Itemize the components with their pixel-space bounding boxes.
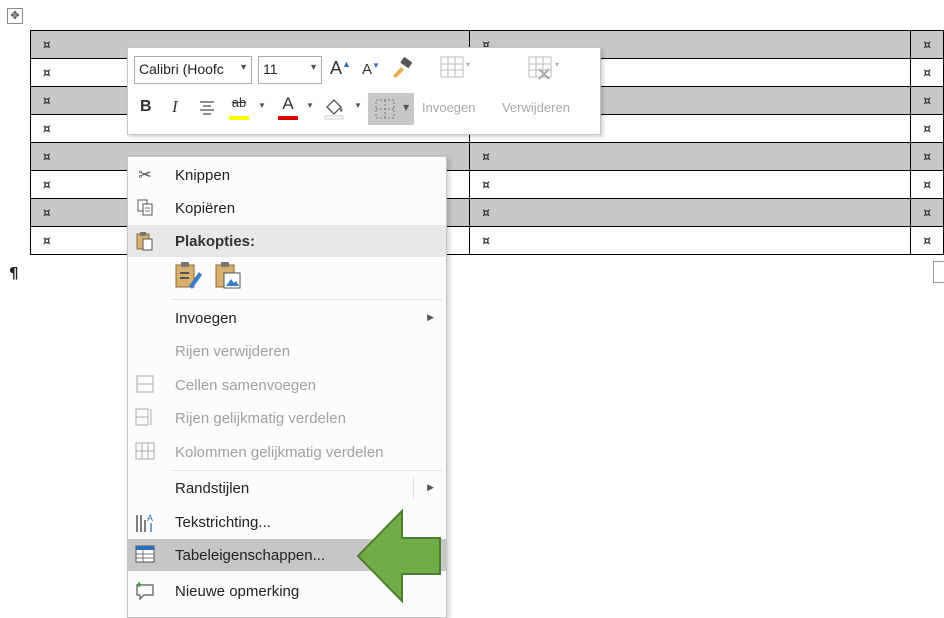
- menu-item-label: Nieuwe opmerking: [175, 583, 300, 600]
- table-cell[interactable]: ¤: [910, 114, 944, 143]
- align-center-icon: [200, 101, 214, 115]
- chevron-down-icon[interactable]: ▼: [239, 62, 248, 72]
- insert-table-button[interactable]: ▾: [439, 55, 473, 86]
- shrink-font-icon: A: [362, 61, 373, 78]
- distribute-columns-icon: [134, 442, 156, 464]
- paste-icon: [134, 231, 156, 253]
- menu-item-label: Tabeleigenschappen...: [175, 547, 326, 564]
- menu-item-kolommen-gelijkmatig[interactable]: Kolommen gelijkmatig verdelen: [128, 436, 446, 468]
- menu-item-label: Rijen gelijkmatig verdelen: [175, 410, 346, 427]
- align-center-button[interactable]: [198, 98, 216, 121]
- grow-font-icon: A: [330, 58, 343, 78]
- font-size-value: 11: [263, 61, 278, 77]
- font-name-value: Calibri (Hoofc: [139, 61, 224, 77]
- highlight-dropdown[interactable]: ▼: [258, 101, 266, 110]
- delete-label[interactable]: Verwijderen: [502, 100, 570, 115]
- table-resize-handle[interactable]: [933, 261, 944, 283]
- font-color-button[interactable]: A: [276, 94, 300, 122]
- svg-text:▾: ▾: [466, 60, 470, 69]
- submenu-arrow-icon: ▶: [427, 312, 434, 322]
- menu-separator: [172, 470, 442, 471]
- mini-toolbar: Calibri (Hoofc ▼ 11 ▼ A▲ A▼ ▾ ▾ B I ab ▼…: [127, 47, 601, 135]
- grow-font-button[interactable]: A▲: [330, 58, 351, 79]
- borders-button[interactable]: ▼: [368, 93, 414, 125]
- insert-table-icon: ▾: [440, 56, 470, 78]
- menu-item-label: Cellen samenvoegen: [175, 377, 316, 394]
- font-color-bar: [278, 116, 298, 120]
- highlight-icon: ab: [231, 95, 247, 110]
- menu-header-plakopties: Plakopties:: [128, 225, 446, 257]
- font-color-dropdown[interactable]: ▼: [306, 101, 314, 110]
- split-divider: [413, 478, 414, 498]
- svg-text:A: A: [147, 513, 153, 523]
- delete-table-icon: ▾: [528, 56, 559, 80]
- paragraph-mark: ¶: [9, 264, 19, 282]
- menu-item-invoegen[interactable]: Invoegen ▶: [128, 302, 446, 334]
- paste-keep-formatting-icon[interactable]: [173, 260, 203, 290]
- borders-icon: [375, 99, 395, 119]
- font-name-combobox[interactable]: Calibri (Hoofc ▼: [134, 56, 252, 84]
- font-size-combobox[interactable]: 11 ▼: [258, 56, 322, 84]
- highlight-color-bar: [229, 116, 249, 120]
- chevron-down-icon[interactable]: ▼: [309, 62, 318, 72]
- menu-item-label: Kopiëren: [175, 200, 236, 217]
- format-painter-button[interactable]: [390, 57, 414, 84]
- table-properties-icon: [134, 545, 156, 567]
- shading-dropdown[interactable]: ▼: [354, 101, 362, 110]
- menu-item-label: Knippen: [175, 167, 231, 184]
- annotation-arrow-icon: [356, 508, 441, 604]
- menu-item-label: Randstijlen: [175, 480, 250, 497]
- distribute-rows-icon: [134, 408, 156, 430]
- table-cell[interactable]: ¤: [910, 58, 944, 87]
- bold-button[interactable]: B: [140, 98, 152, 116]
- paste-as-picture-icon[interactable]: [213, 260, 243, 290]
- table-cell[interactable]: ¤: [469, 198, 912, 227]
- menu-item-label: Invoegen: [175, 310, 237, 327]
- menu-item-kopieren[interactable]: Kopiëren: [128, 192, 446, 224]
- menu-item-knippen[interactable]: ✂ Knippen: [128, 159, 446, 191]
- insert-label[interactable]: Invoegen: [422, 100, 476, 115]
- menu-item-label: Kolommen gelijkmatig verdelen: [175, 444, 384, 461]
- table-cell[interactable]: ¤: [910, 198, 944, 227]
- paint-bucket-icon: [324, 99, 344, 120]
- table-cell[interactable]: ¤: [910, 30, 944, 59]
- menu-item-label: Tekstrichting...: [175, 514, 271, 531]
- menu-item-randstijlen[interactable]: Randstijlen ▶: [128, 472, 446, 504]
- format-painter-icon: [393, 57, 412, 78]
- shading-button[interactable]: [322, 96, 346, 125]
- table-cell[interactable]: ¤: [469, 226, 912, 255]
- menu-item-label: Plakopties:: [175, 233, 256, 250]
- table-cell[interactable]: ¤: [469, 170, 912, 199]
- menu-item-cellen-samenvoegen[interactable]: Cellen samenvoegen: [128, 369, 446, 401]
- menu-item-rijen-gelijkmatig[interactable]: Rijen gelijkmatig verdelen: [128, 402, 446, 434]
- copy-icon: [134, 198, 156, 220]
- scissors-icon: ✂: [138, 167, 152, 184]
- submenu-arrow-icon[interactable]: ▶: [427, 482, 434, 493]
- borders-dropdown-icon[interactable]: ▼: [403, 103, 409, 112]
- menu-separator: [172, 299, 442, 300]
- shrink-font-button[interactable]: A▼: [362, 61, 380, 78]
- new-comment-icon: [134, 581, 156, 603]
- svg-text:▾: ▾: [555, 60, 559, 69]
- italic-button[interactable]: I: [172, 97, 178, 117]
- table-cell[interactable]: ¤: [910, 170, 944, 199]
- table-cell[interactable]: ¤: [910, 142, 944, 171]
- highlight-button[interactable]: ab: [226, 94, 252, 122]
- text-direction-icon: A: [134, 512, 156, 534]
- menu-item-label: Rijen verwijderen: [175, 343, 291, 360]
- table-cell[interactable]: ¤: [469, 142, 912, 171]
- font-color-icon: A: [282, 94, 294, 113]
- merge-cells-icon: [134, 375, 156, 397]
- table-cell[interactable]: ¤: [910, 86, 944, 115]
- table-cell[interactable]: ¤: [910, 226, 944, 255]
- menu-item-rijen-verwijderen[interactable]: Rijen verwijderen: [128, 335, 446, 367]
- delete-table-button[interactable]: ▾: [525, 55, 563, 86]
- table-move-handle-icon[interactable]: ✥: [7, 8, 23, 24]
